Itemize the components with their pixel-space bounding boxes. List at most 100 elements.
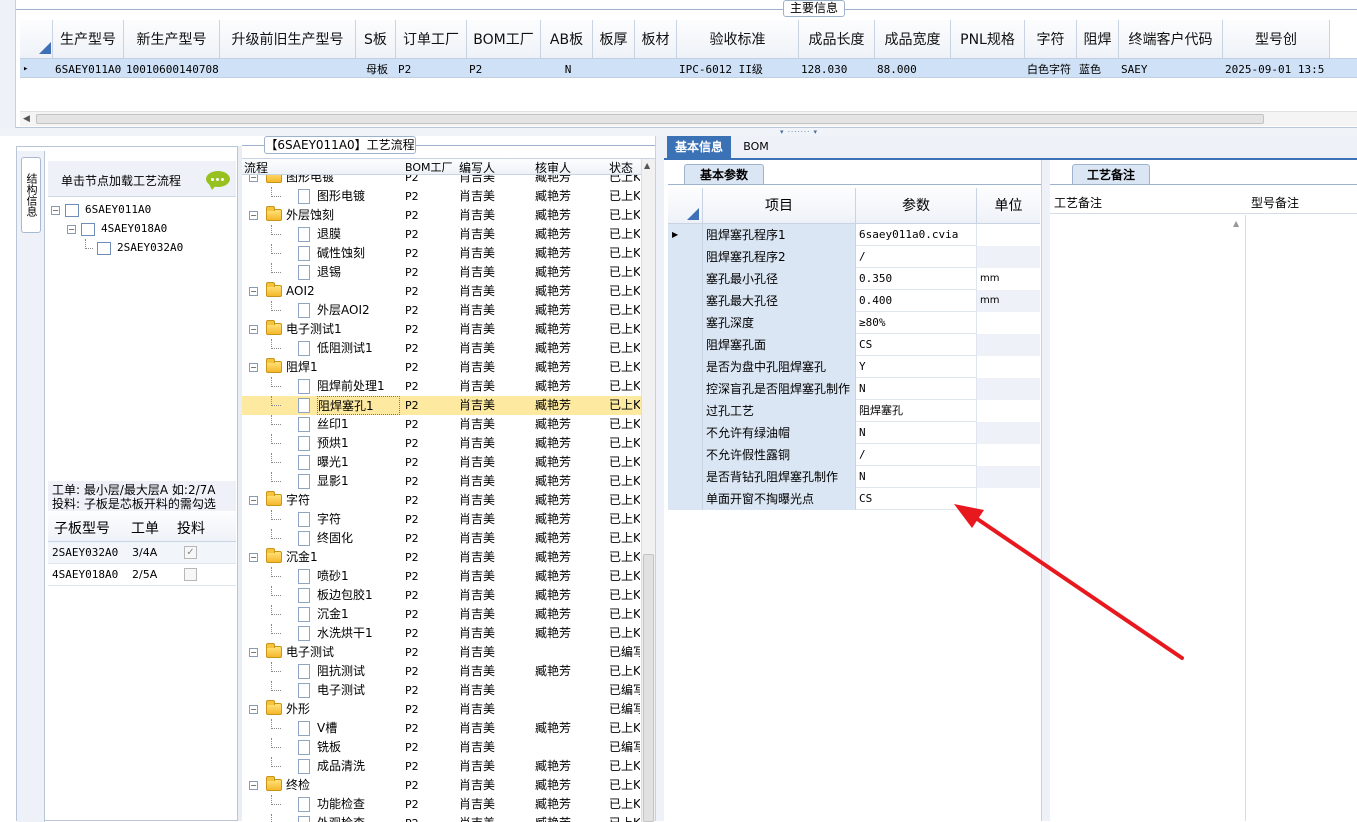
process-row[interactable]: 阻抗测试 P2 肖吉美 臧艳芳 已上KK — [242, 662, 642, 681]
tree-node[interactable]: 2SAEY032A0 — [83, 239, 253, 258]
main-col-header[interactable]: 成品宽度 — [875, 20, 951, 58]
scroll-up-arrow-icon[interactable]: ▲ — [644, 161, 650, 170]
sub-table-row[interactable]: 4SAEY018A0 2/5A — [48, 564, 236, 586]
param-value[interactable]: / — [856, 444, 977, 466]
process-row[interactable]: − 字符 P2 肖吉美 臧艳芳 已上KK — [242, 491, 642, 510]
main-col-header[interactable]: 订单工厂 — [396, 20, 467, 58]
main-row-cell[interactable] — [593, 59, 635, 79]
horizontal-splitter[interactable]: ▾ ······· ▾ — [0, 128, 1357, 136]
process-row[interactable]: 预烘1 P2 肖吉美 臧艳芳 已上KK — [242, 434, 642, 453]
collapse-toggle-icon[interactable]: − — [249, 496, 258, 505]
main-col-header[interactable]: 阻焊 — [1077, 20, 1119, 58]
param-row[interactable]: 阻焊塞孔程序2/ — [668, 246, 1040, 268]
param-value[interactable]: CS — [856, 334, 977, 356]
process-row[interactable]: − AOI2 P2 肖吉美 臧艳芳 已上KK — [242, 282, 642, 301]
process-row[interactable]: − 沉金1 P2 肖吉美 臧艳芳 已上KK — [242, 548, 642, 567]
collapse-toggle-icon[interactable]: − — [249, 211, 258, 220]
main-row-cell[interactable]: 母板 — [356, 59, 396, 79]
param-value[interactable]: 0.400 — [856, 290, 977, 312]
param-value[interactable]: N — [856, 378, 977, 400]
main-col-header[interactable]: 生产型号 — [53, 20, 124, 58]
main-row-cell[interactable] — [220, 59, 356, 79]
process-row[interactable]: 阻焊前处理1 P2 肖吉美 臧艳芳 已上KK — [242, 377, 642, 396]
collapse-toggle-icon[interactable]: − — [249, 287, 258, 296]
vertical-tab-structure[interactable]: 结构信息 — [17, 151, 45, 822]
collapse-toggle-icon[interactable]: − — [67, 225, 76, 234]
process-row[interactable]: 退膜 P2 肖吉美 臧艳芳 已上KK — [242, 225, 642, 244]
tab-bom[interactable]: BOM — [736, 136, 776, 158]
param-row[interactable]: 不允许假性露铜 / — [668, 444, 1040, 466]
main-col-header[interactable]: 板材 — [635, 20, 677, 58]
tab-basic-info[interactable]: 基本信息 — [667, 136, 731, 158]
main-col-header[interactable]: S板 — [356, 20, 396, 58]
process-row[interactable]: − 阻焊1 P2 肖吉美 臧艳芳 已上KK — [242, 358, 642, 377]
param-value[interactable]: 6saey011a0.cvia — [856, 224, 977, 246]
process-row[interactable]: − 终检 P2 肖吉美 臧艳芳 已上KK — [242, 776, 642, 795]
process-row[interactable]: 成品清洗 P2 肖吉美 臧艳芳 已上KK — [242, 757, 642, 776]
right-splitter[interactable] — [1041, 160, 1050, 821]
param-row[interactable]: 塞孔最大孔径 0.400 mm — [668, 290, 1040, 312]
main-col-header[interactable]: 新生产型号 — [124, 20, 220, 58]
main-grid-row[interactable]: ▸ 6SAEY011A0 10010600140708 母板 P2 P2 N IPC-601… — [20, 58, 1357, 78]
main-row-cell[interactable]: 2025-09-01 13:5 — [1223, 59, 1330, 79]
main-row-cell[interactable]: 蓝色 — [1077, 59, 1119, 79]
param-value[interactable]: 阻焊塞孔 — [856, 400, 977, 422]
param-row[interactable]: 不允许有绿油帽 N — [668, 422, 1040, 444]
main-row-cell[interactable]: 6SAEY011A0 — [53, 59, 124, 79]
collapse-toggle-icon[interactable]: − — [249, 175, 258, 182]
main-row-cell[interactable]: 白色字符 — [1025, 59, 1077, 79]
main-col-header[interactable]: 升级前旧生产型号 — [220, 20, 356, 58]
sub-table-row[interactable]: 2SAEY032A0 3/4A ✓ — [48, 542, 236, 564]
process-row[interactable]: − 电子测试 P2 肖吉美 已编写 — [242, 643, 642, 662]
process-row[interactable]: 终固化 P2 肖吉美 臧艳芳 已上KK — [242, 529, 642, 548]
param-value[interactable]: 0.350 — [856, 268, 977, 290]
param-row[interactable]: 控深盲孔是否阻焊塞孔制作 N — [668, 378, 1040, 400]
collapse-toggle-icon[interactable]: − — [249, 325, 258, 334]
process-row[interactable]: 铣板 P2 肖吉美 已编写 — [242, 738, 642, 757]
main-col-header[interactable]: 终端客户代码 — [1119, 20, 1223, 58]
main-col-header[interactable]: 成品长度 — [799, 20, 875, 58]
main-col-header[interactable]: BOM工厂 — [467, 20, 541, 58]
process-row[interactable]: 碱性蚀刻 P2 肖吉美 臧艳芳 已上KK — [242, 244, 642, 263]
process-row[interactable]: 板边包胶1 P2 肖吉美 臧艳芳 已上KK — [242, 586, 642, 605]
process-row[interactable]: 曝光1 P2 肖吉美 臧艳芳 已上KK — [242, 453, 642, 472]
feed-checkbox[interactable]: ✓ — [184, 546, 197, 559]
process-vscrollbar[interactable]: ▲ — [641, 159, 655, 822]
main-col-header[interactable]: 字符 — [1025, 20, 1077, 58]
main-row-cell[interactable] — [951, 59, 1025, 79]
param-row[interactable]: ▶ 阻焊塞孔程序1 6saey011a0.cvia — [668, 224, 1040, 246]
process-row[interactable]: 低阻测试1 P2 肖吉美 臧艳芳 已上KK — [242, 339, 642, 358]
scroll-left-arrow-icon[interactable]: ◀ — [23, 114, 30, 124]
tree-node[interactable]: − 4SAEY018A0 — [67, 220, 237, 239]
tree-node[interactable]: − 6SAEY011A0 — [51, 201, 221, 220]
main-row-cell[interactable]: IPC-6012 II级 — [677, 59, 799, 79]
tab-process-remarks[interactable]: 工艺备注 — [1072, 164, 1150, 184]
main-col-header[interactable]: PNL规格 — [951, 20, 1025, 58]
collapse-toggle-icon[interactable]: − — [249, 705, 258, 714]
process-row[interactable]: 图形电镀 P2 肖吉美 臧艳芳 已上KK — [242, 187, 642, 206]
collapse-toggle-icon[interactable]: − — [249, 363, 258, 372]
main-row-cell[interactable] — [635, 59, 677, 79]
param-row[interactable]: 是否为盘中孔阻焊塞孔 Y — [668, 356, 1040, 378]
main-hscrollbar[interactable]: ◀ — [20, 111, 1357, 126]
process-row[interactable]: − 外层蚀刻 P2 肖吉美 臧艳芳 已上KK — [242, 206, 642, 225]
collapse-toggle-icon[interactable]: − — [249, 553, 258, 562]
param-value[interactable]: Y — [856, 356, 977, 378]
main-row-cell[interactable]: 88.000 — [875, 59, 951, 79]
param-value[interactable]: N — [856, 466, 977, 488]
main-row-cell[interactable]: SAEY — [1119, 59, 1223, 79]
process-row[interactable]: 沉金1 P2 肖吉美 臧艳芳 已上KK — [242, 605, 642, 624]
process-row[interactable]: − 电子测试1 P2 肖吉美 臧艳芳 已上KK — [242, 320, 642, 339]
param-row[interactable]: 是否背钻孔阻焊塞孔制作 N — [668, 466, 1040, 488]
param-row[interactable]: 阻焊塞孔面 CS — [668, 334, 1040, 356]
process-row[interactable]: 水洗烘干1 P2 肖吉美 臧艳芳 已上KK — [242, 624, 642, 643]
process-row[interactable]: 外层AOI2 P2 肖吉美 臧艳芳 已上KK — [242, 301, 642, 320]
process-row[interactable]: 功能检查 P2 肖吉美 臧艳芳 已上KK — [242, 795, 642, 814]
param-value[interactable]: / — [856, 246, 977, 268]
main-col-header[interactable]: 验收标准 — [677, 20, 799, 58]
process-row[interactable]: 喷砂1 P2 肖吉美 臧艳芳 已上KK — [242, 567, 642, 586]
main-col-header[interactable]: 型号创 — [1223, 20, 1330, 58]
feed-checkbox[interactable] — [184, 568, 197, 581]
main-col-header[interactable]: 板厚 — [593, 20, 635, 58]
process-row[interactable]: − 外形 P2 肖吉美 已编写 — [242, 700, 642, 719]
